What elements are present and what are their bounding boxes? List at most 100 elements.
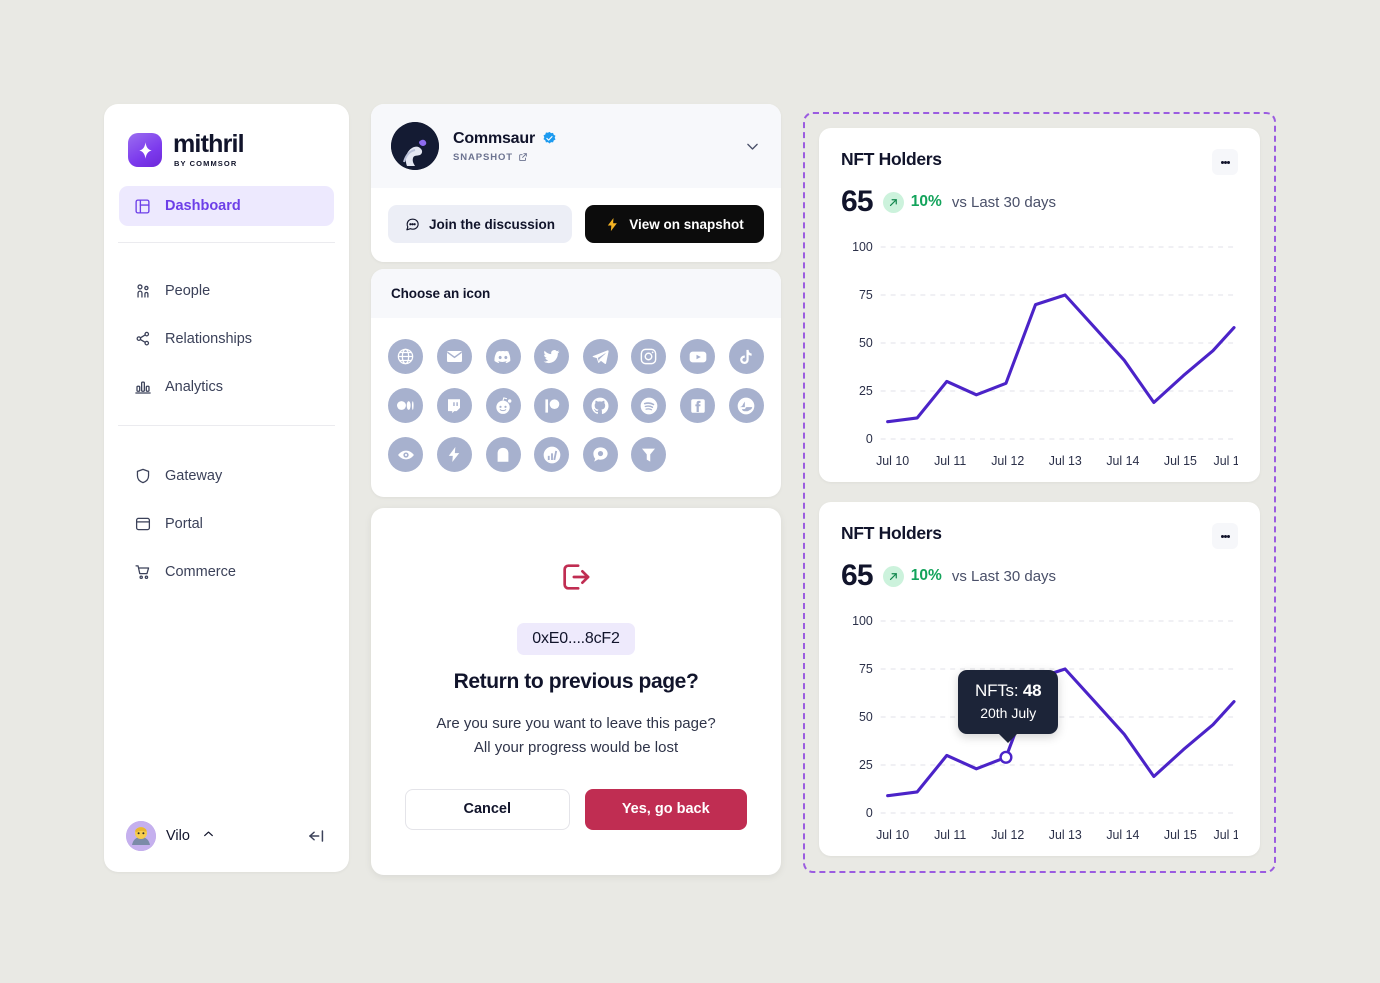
lens-icon[interactable] [485,437,521,472]
spotify-icon[interactable] [631,388,667,423]
sidebar-item-portal[interactable]: Portal [119,504,334,544]
profile-meta: Commsaur SNAPSHOT [453,130,557,163]
sidebar-item-gateway[interactable]: Gateway [119,456,334,496]
tooltip-date: 20th July [980,705,1037,721]
trend-note: vs Last 30 days [951,193,1057,211]
leave-page-modal: 0xE0....8cF2 Return to previous page? Ar… [371,508,781,875]
svg-text:Jul 16: Jul 16 [1214,454,1238,468]
github-icon[interactable] [582,388,618,423]
facebook-icon[interactable] [680,388,716,423]
sidebar-item-label: Commerce [165,564,236,580]
profile-subtitle-row: SNAPSHOT [453,152,557,163]
trend-up-arrow-icon [882,191,904,213]
sidebar-item-label: Portal [165,516,203,532]
twitch-icon[interactable] [436,388,472,423]
view-on-snapshot-label: View on snapshot [629,216,744,232]
trend-percent: 10% [910,567,942,584]
sidebar-item-label: Gateway [165,468,223,484]
sidebar-user-bar[interactable]: Vilo [104,800,349,872]
svg-text:Jul 12: Jul 12 [991,454,1024,468]
instagram-icon[interactable] [631,339,667,374]
modal-actions: Cancel Yes, go back [405,788,747,830]
email-icon[interactable] [436,339,472,374]
patreon-icon[interactable] [534,388,570,423]
chart-stats: 65 10% vs Last 30 days [841,185,1238,219]
avatar [126,821,156,851]
sidebar-item-label: Analytics [165,379,224,395]
metric-value: 65 [841,185,874,218]
profile-subtitle: SNAPSHOT [453,151,513,163]
tooltip-metric-value: 48 [1022,681,1042,700]
chat-bubble-icon [405,217,420,232]
kebab-menu-icon[interactable] [1212,149,1238,175]
twitter-icon[interactable] [534,339,570,374]
view-on-snapshot-button[interactable]: View on snapshot [585,205,764,243]
confirm-go-back-button[interactable]: Yes, go back [584,788,747,830]
modal-body-line-2: All your progress would be lost [473,739,679,757]
chart-header: NFT Holders [841,149,1238,175]
nav-divider-2 [118,425,335,426]
svg-text:Jul 13: Jul 13 [1049,454,1082,468]
modal-body: Are you sure you want to leave this page… [436,712,715,761]
join-discussion-label: Join the discussion [428,216,556,232]
join-discussion-button[interactable]: Join the discussion [388,205,572,243]
chart-tooltip: NFTs: 48 20th July [958,670,1059,734]
nft-holders-card-1: NFT Holders 65 10% vs Last 30 days 100 7… [819,128,1260,482]
charts-selection-region: NFT Holders 65 10% vs Last 30 days 100 7… [803,112,1276,873]
portal-window-icon [133,515,152,534]
nav-primary: Dashboard [104,174,349,234]
chevron-down-icon[interactable] [744,138,761,155]
sidebar-item-relationships[interactable]: Relationships [119,319,334,359]
bar-chart-icon [133,378,152,397]
profile-header: Commsaur SNAPSHOT [371,104,781,188]
page-title: NFT Holders [841,149,942,169]
mirror-icon[interactable] [388,437,424,472]
sidebar-item-label: Relationships [165,331,253,347]
profile-name: Commsaur [453,129,535,147]
cancel-button[interactable]: Cancel [405,788,570,830]
nav-group-one: People Relationships Analytics [104,259,349,415]
youtube-icon[interactable] [680,339,716,374]
profile-card: Commsaur SNAPSHOT Join the discussion Vi… [371,104,781,262]
avatar [391,122,439,170]
sidebar-item-people[interactable]: People [119,271,334,311]
sidebar-item-label: People [165,283,211,299]
discord-icon[interactable] [485,339,521,374]
sparkle-icon [128,133,162,167]
sidebar-item-commerce[interactable]: Commerce [119,552,334,592]
external-link-icon[interactable] [518,152,528,162]
guild-icon[interactable] [631,437,667,472]
icon-picker-card: Choose an icon [371,269,781,497]
snapshot-chat-icon[interactable] [582,437,618,472]
svg-text:Jul 15: Jul 15 [1164,454,1197,468]
brand-logo: mithril BY COMMSOR [104,104,349,174]
tiktok-icon[interactable] [728,339,764,374]
user-name: Vilo [166,828,190,844]
logout-arrow-icon [559,560,593,599]
shopping-cart-icon [133,563,152,582]
chart-plot-2: 100 75 50 25 0 Jul 10 Jul 11 Jul 12 Jul … [841,607,1238,845]
sidebar-item-dashboard[interactable]: Dashboard [119,186,334,226]
nav-divider-1 [118,242,335,243]
layout-dashboard-icon [133,197,152,216]
telegram-icon[interactable] [582,339,618,374]
trend-up-arrow-icon [882,565,904,587]
trend-note: vs Last 30 days [951,567,1057,585]
icon-grid [371,318,781,497]
collapse-sidebar-icon[interactable] [307,826,327,846]
rally-icon[interactable] [534,437,570,472]
opensea-icon[interactable] [728,388,764,423]
medium-icon[interactable] [388,388,424,423]
chart-data-point[interactable] [999,750,1013,764]
profile-name-row: Commsaur [453,130,557,148]
kebab-menu-icon[interactable] [1212,523,1238,549]
sidebar-item-analytics[interactable]: Analytics [119,367,334,407]
sidebar: mithril BY COMMSOR Dashboard People Rela… [104,104,349,872]
lightning-icon[interactable] [436,437,472,472]
chevron-up-icon[interactable] [202,828,215,844]
reddit-icon[interactable] [485,388,521,423]
profile-actions: Join the discussion View on snapshot [371,188,781,262]
metric-value: 65 [841,559,874,592]
globe-icon[interactable] [388,339,424,374]
trend-percent: 10% [910,193,942,210]
